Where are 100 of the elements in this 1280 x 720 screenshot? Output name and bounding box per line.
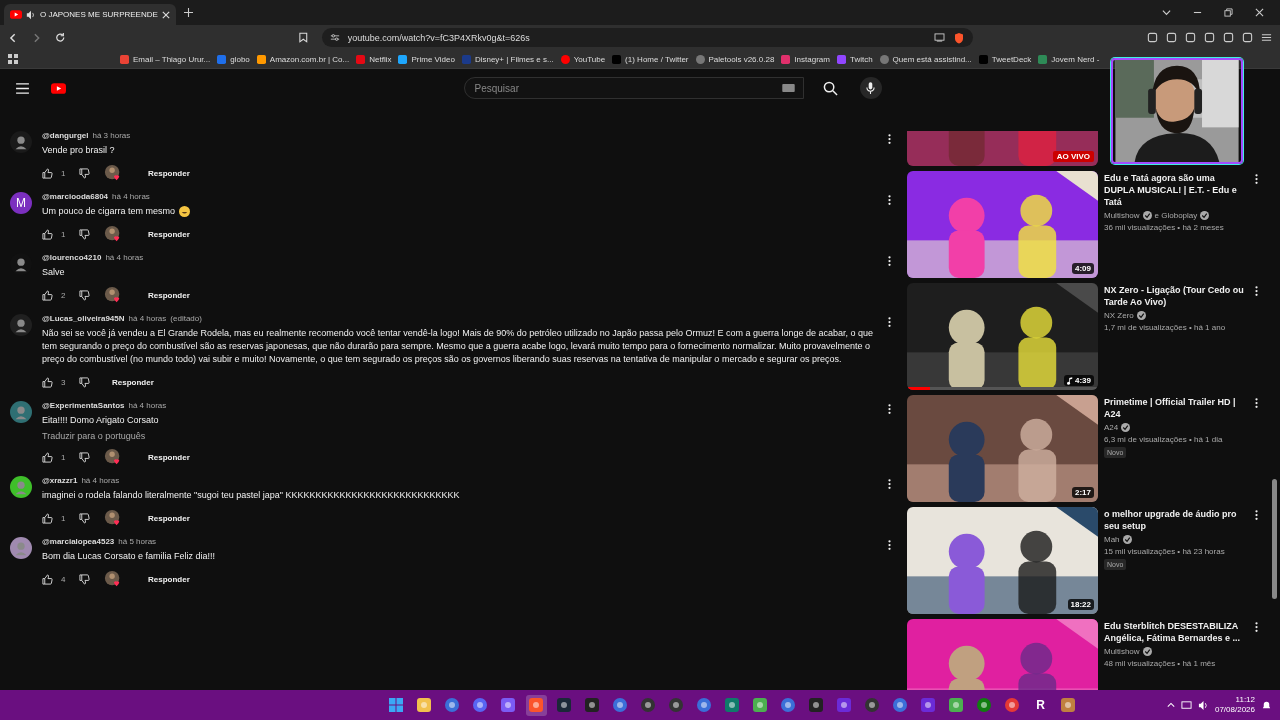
- cast-icon[interactable]: [934, 33, 945, 42]
- channel-name[interactable]: A24: [1104, 423, 1119, 432]
- more-options-icon[interactable]: [1255, 509, 1258, 521]
- thumbs-up-icon[interactable]: [42, 228, 53, 240]
- translate-link[interactable]: Traduzir para o português: [42, 431, 878, 441]
- user-avatar[interactable]: [10, 537, 32, 559]
- channel-name[interactable]: e Globoplay: [1154, 211, 1198, 220]
- more-options-icon[interactable]: [888, 316, 891, 328]
- thumbs-down-icon[interactable]: [79, 512, 90, 524]
- close-icon[interactable]: [1255, 8, 1264, 17]
- notification-bell-icon[interactable]: [1261, 699, 1272, 711]
- bookmark-link[interactable]: YouTube: [560, 54, 606, 64]
- user-avatar[interactable]: [10, 401, 32, 423]
- bookmark-link[interactable]: Netflix: [356, 54, 392, 64]
- toolbar-icon[interactable]: [1185, 32, 1196, 43]
- thumbs-down-icon[interactable]: [79, 451, 90, 463]
- bookmark-link[interactable]: Email – Thiago Urur...: [120, 54, 211, 64]
- more-options-icon[interactable]: [888, 539, 891, 551]
- toolbar-icon[interactable]: [1204, 32, 1215, 43]
- comment-time[interactable]: há 4 horas: [105, 253, 144, 262]
- bookmark-link[interactable]: Disney+ | Filmes e s...: [461, 54, 554, 64]
- toolbar-icon[interactable]: [1242, 32, 1253, 43]
- apps-grid-icon[interactable]: [8, 54, 18, 64]
- speaker-icon[interactable]: [1197, 699, 1209, 711]
- bookmark-link[interactable]: Instagram: [781, 54, 830, 64]
- more-options-icon[interactable]: [888, 194, 891, 206]
- bookmark-link[interactable]: Amazon.com.br | Co...: [256, 54, 350, 64]
- taskbar-app[interactable]: [526, 694, 547, 716]
- search-icon[interactable]: [822, 80, 838, 96]
- comment-time[interactable]: há 4 horas: [128, 401, 167, 410]
- comment-time[interactable]: há 4 horas: [112, 192, 150, 201]
- more-options-icon[interactable]: [888, 403, 891, 415]
- bookmark-link[interactable]: Prime Video: [398, 54, 455, 64]
- close-icon[interactable]: [162, 10, 170, 19]
- new-tab-icon[interactable]: [184, 8, 193, 17]
- toolbar-icon[interactable]: [1223, 32, 1234, 43]
- user-avatar[interactable]: M: [10, 192, 32, 214]
- video-title[interactable]: Edu Sterblitch DESESTABILIZA Angélica, Fátima Bernardes e ...: [1104, 620, 1247, 644]
- comment-author[interactable]: @Lucas_oliveira945N: [42, 314, 125, 323]
- thumbs-up-icon[interactable]: [42, 451, 53, 463]
- thumbs-down-icon[interactable]: [79, 289, 90, 301]
- bookmark-link[interactable]: TweetDeck: [978, 54, 1032, 64]
- thumbs-up-icon[interactable]: [42, 167, 53, 179]
- user-avatar[interactable]: [10, 314, 32, 336]
- channel-name[interactable]: NX Zero: [1104, 311, 1134, 320]
- youtube-icon[interactable]: [51, 82, 66, 94]
- channel-name[interactable]: Multishow: [1104, 211, 1140, 220]
- clock[interactable]: 11:12 07/08/2026: [1214, 695, 1255, 715]
- video-title[interactable]: Edu e Tatá agora são uma DUPLA MUSICAL! | E.T. - Edu e Tatá: [1104, 172, 1247, 208]
- reply-button[interactable]: Responder: [142, 571, 196, 587]
- more-options-icon[interactable]: [888, 133, 891, 145]
- back-icon[interactable]: [8, 32, 18, 43]
- channel-name[interactable]: Multishow: [1104, 647, 1140, 656]
- video-title[interactable]: Primetime | Official Trailer HD | A24: [1104, 396, 1247, 420]
- bookmark-link[interactable]: Quem está assistind...: [879, 54, 972, 64]
- channel-name[interactable]: Mah: [1104, 535, 1120, 544]
- thumbs-up-icon[interactable]: [42, 376, 53, 388]
- more-options-icon[interactable]: [1255, 285, 1258, 297]
- comment-author[interactable]: @marcialopea4523: [42, 537, 115, 546]
- reply-button[interactable]: Responder: [142, 510, 196, 526]
- address-bar[interactable]: youtube.com/watch?v=fC3P4XRkv0g&t=626s: [321, 28, 973, 47]
- taskbar-app[interactable]: R: [1030, 694, 1051, 716]
- bookmark-icon[interactable]: [299, 32, 308, 43]
- network-icon[interactable]: [1180, 699, 1192, 711]
- reply-button[interactable]: Responder: [142, 449, 196, 465]
- reply-button[interactable]: Responder: [142, 226, 196, 242]
- more-options-icon[interactable]: [1255, 397, 1258, 409]
- microphone-button[interactable]: [859, 77, 882, 99]
- browser-tab[interactable]: O JAPONES ME SURPREENDE: [4, 4, 176, 25]
- user-avatar[interactable]: [10, 476, 32, 498]
- thumbs-up-icon[interactable]: [42, 289, 53, 301]
- video-title[interactable]: o melhor upgrade de áudio pro seu setup: [1104, 508, 1247, 532]
- bookmark-link[interactable]: globo: [217, 54, 250, 64]
- scrollbar-thumb[interactable]: [1272, 479, 1277, 599]
- chevron-down-icon[interactable]: [1162, 8, 1171, 17]
- toolbar-icon[interactable]: [1166, 32, 1177, 43]
- menu-icon[interactable]: [1261, 32, 1272, 43]
- comment-author[interactable]: @lourenco4210: [42, 253, 102, 262]
- bookmark-link[interactable]: Paletools v26.0.28: [695, 54, 775, 64]
- comment-author[interactable]: @marciooda6804: [42, 192, 109, 201]
- comment-time[interactable]: há 4 horas: [81, 476, 120, 485]
- chevron-up-icon[interactable]: [1166, 701, 1175, 709]
- more-options-icon[interactable]: [1255, 173, 1258, 185]
- reply-button[interactable]: Responder: [142, 165, 196, 181]
- comment-author[interactable]: @xrazzr1: [42, 476, 78, 485]
- video-title[interactable]: NX Zero - Ligação (Tour Cedo ou Tarde Ao Vivo): [1104, 284, 1247, 308]
- more-options-icon[interactable]: [888, 255, 891, 267]
- shield-icon[interactable]: [953, 31, 965, 44]
- more-options-icon[interactable]: [1255, 621, 1258, 633]
- comment-time[interactable]: há 5 horas: [118, 537, 157, 546]
- comment-author[interactable]: @dangurgel: [42, 131, 89, 140]
- thumbs-up-icon[interactable]: [42, 512, 53, 524]
- more-options-icon[interactable]: [888, 478, 891, 490]
- thumbs-down-icon[interactable]: [79, 228, 90, 240]
- reply-button[interactable]: Responder: [106, 374, 160, 390]
- bookmark-link[interactable]: Twitch: [836, 54, 873, 64]
- comment-time[interactable]: há 3 horas: [92, 131, 131, 140]
- comment-time[interactable]: há 4 horas: [128, 314, 167, 323]
- menu-icon[interactable]: [16, 82, 29, 94]
- thumbs-down-icon[interactable]: [79, 573, 90, 585]
